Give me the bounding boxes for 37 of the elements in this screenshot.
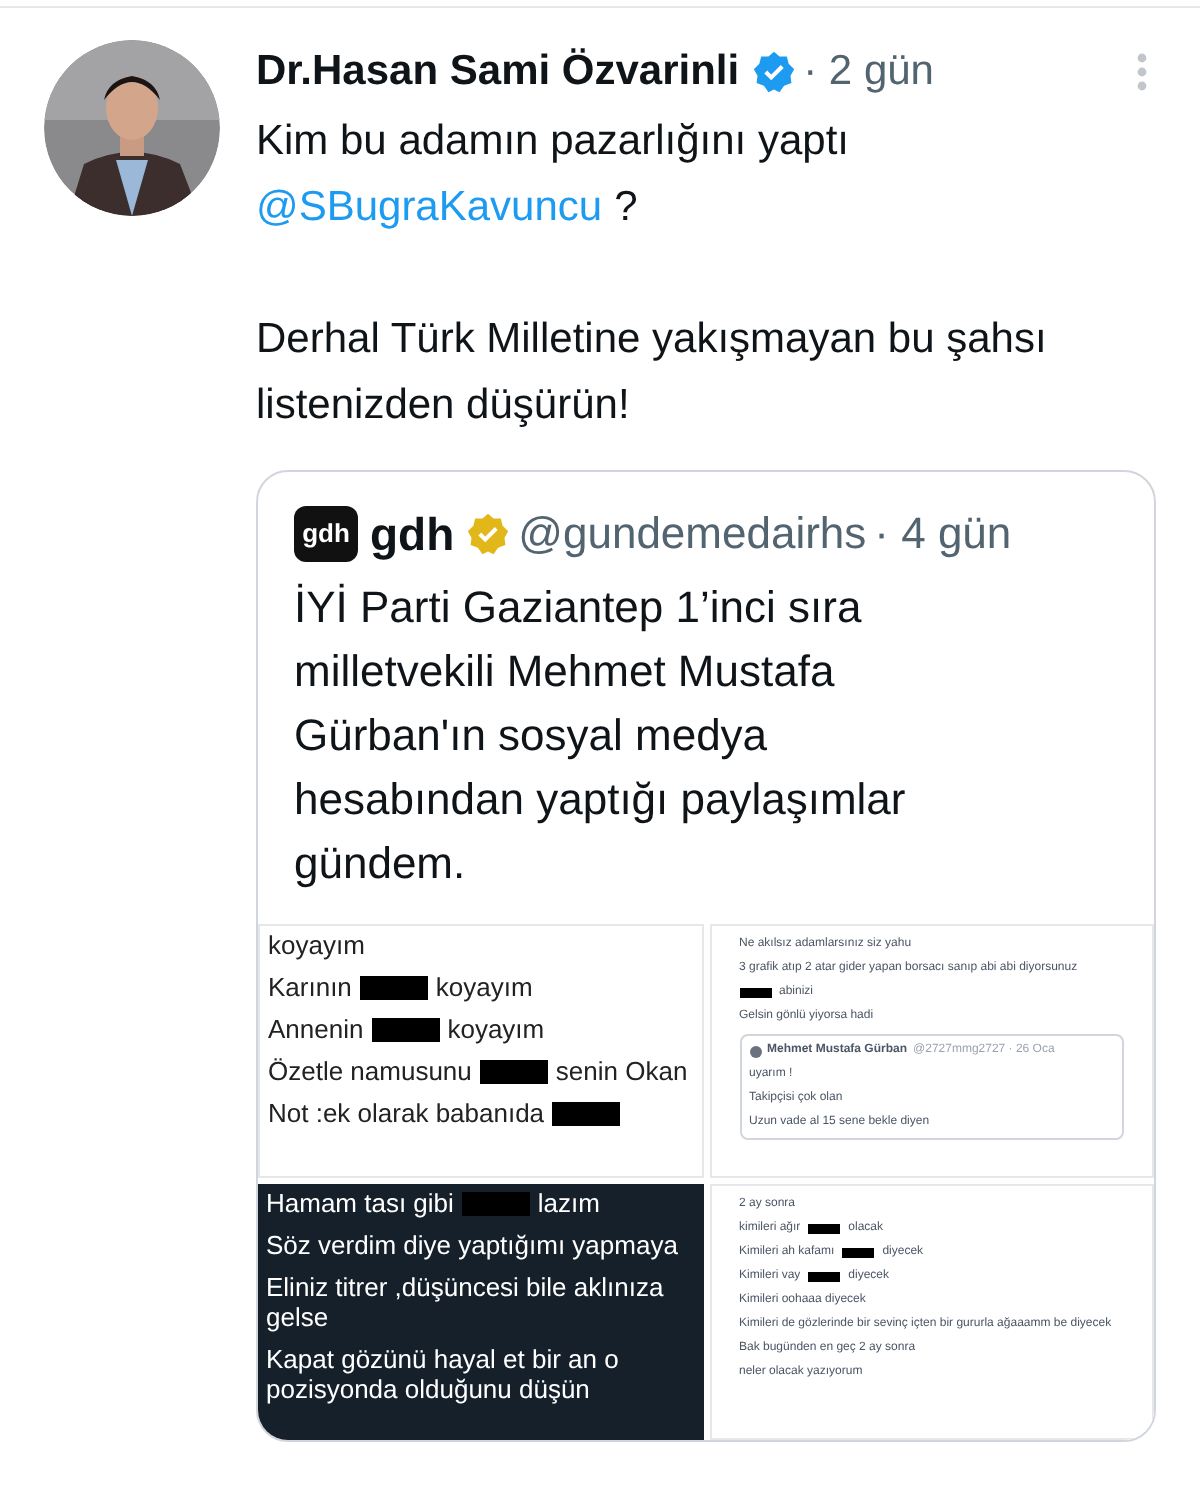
screenshot-image[interactable]	[709, 1184, 1154, 1440]
image-text: lazım	[537, 1188, 600, 1218]
image-text: Hamam tası gibi	[266, 1188, 454, 1218]
image-text: koyayım	[268, 930, 365, 960]
author-name[interactable]: Dr.Hasan Sami Özvarinli	[256, 40, 740, 103]
image-text: Eliniz titrer ,düşüncesi bile aklınıza gelse	[266, 1272, 666, 1332]
redaction-bar	[479, 1059, 548, 1083]
image-text: Karının	[268, 972, 352, 1002]
image-text: Annenin	[268, 1014, 364, 1044]
avatar-icon	[749, 1045, 761, 1057]
image-text: Söz verdim diye yaptığımı yapmaya	[266, 1230, 678, 1260]
post-text: Kim bu adamın pazarlığını yaptı	[256, 117, 849, 163]
redaction-bar	[808, 1272, 841, 1282]
post-text: ?	[614, 183, 638, 229]
image-text: Kapat gözünü hayal et bir an o pozisyonda olduğunu düşün	[266, 1344, 621, 1404]
screenshot-image[interactable]: Hamam tası gibi lazım Söz verdim diye yaptığımı yapmaya Eliniz titrer ,düşüncesi bile aklınıza gelse Kapat gözünü hayal et bir an o pozisyonda olduğunu düşün	[258, 1184, 703, 1440]
redaction-bar	[552, 1101, 621, 1125]
screenshot-image[interactable]: koyayım Karının koyayım Annenin koyayım Özetle namusunu senin Okan Not :ek olarak babanıda	[258, 924, 703, 1178]
redaction-bar	[461, 1191, 530, 1215]
quote-time: · 4 gün	[874, 506, 1012, 563]
redaction-bar	[371, 1017, 440, 1041]
redaction-bar	[359, 975, 428, 999]
image-text: koyayım	[435, 972, 533, 1002]
gdh-logo: gdh	[294, 505, 358, 562]
image-text: Özetle namusunu	[268, 1056, 472, 1086]
image-text: senin Okan	[555, 1056, 688, 1086]
redaction-bar	[808, 1224, 841, 1234]
quote-handle: @gundemedairhs	[518, 506, 867, 563]
image-text: Not :ek olarak babanıda	[268, 1098, 545, 1128]
post-time: · 2 gün	[803, 46, 934, 98]
quote-card[interactable]	[256, 469, 1156, 1442]
image-text: koyayım	[447, 1014, 545, 1044]
quote-author: gdh	[370, 505, 455, 564]
redaction-bar	[739, 988, 771, 998]
redaction-bar	[842, 1248, 875, 1258]
post-text: Derhal Türk Milletine yakışmayan bu şahsı listenizden düşürün!	[256, 315, 1047, 427]
quote-text: İYİ Parti Gaziantep 1’inci sıra milletvekili Mehmet Mustafa Gürban'ın sosyal medya hesabından yaptığı paylaşımlar gündem.	[292, 580, 908, 892]
